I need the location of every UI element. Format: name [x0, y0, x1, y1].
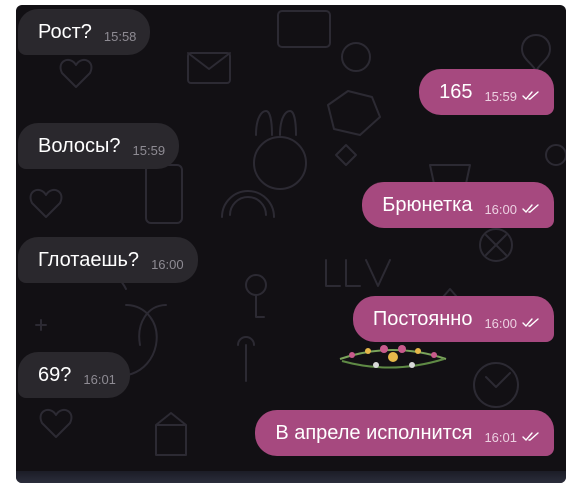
- double-check-icon: [522, 318, 539, 328]
- incoming-message[interactable]: 69? 16:01: [18, 352, 130, 398]
- double-check-icon: [522, 204, 539, 214]
- double-check-icon: [522, 91, 539, 101]
- message-time: 16:01: [83, 371, 116, 387]
- message-text: В апреле исполнится: [275, 421, 473, 444]
- message-time: 15:59: [132, 142, 166, 158]
- message-time: 15:58: [103, 28, 137, 44]
- floral-wreath-sticker: [339, 345, 447, 369]
- outgoing-message[interactable]: Постоянно 16:00: [352, 296, 554, 342]
- message-text: Глотаешь?: [38, 248, 140, 271]
- message-text: 69?: [38, 363, 72, 386]
- chat-window: Рост? 15:58 165 15:59 Волосы? 15:59 Брюн…: [16, 5, 566, 483]
- message-time: 16:01: [484, 429, 517, 445]
- message-time: 15:59: [484, 88, 517, 104]
- message-text: Рост?: [38, 20, 92, 43]
- message-time: 16:00: [484, 201, 517, 217]
- double-check-icon: [522, 432, 539, 442]
- message-time: 16:00: [484, 315, 517, 331]
- message-text: Брюнетка: [382, 193, 473, 216]
- message-text: Волосы?: [38, 134, 121, 157]
- outgoing-message[interactable]: Брюнетка 16:00: [362, 182, 554, 228]
- outgoing-message[interactable]: 165 15:59: [419, 69, 554, 115]
- message-text: Постоянно: [372, 307, 473, 330]
- incoming-message[interactable]: Рост? 15:58: [18, 9, 151, 55]
- message-time: 16:00: [151, 256, 184, 272]
- incoming-message[interactable]: Волосы? 15:59: [18, 123, 180, 169]
- outgoing-message[interactable]: В апреле исполнится 16:01: [255, 410, 554, 456]
- bottom-bar: [16, 471, 566, 483]
- incoming-message[interactable]: Глотаешь? 16:00: [18, 237, 198, 283]
- message-text: 165: [439, 80, 473, 103]
